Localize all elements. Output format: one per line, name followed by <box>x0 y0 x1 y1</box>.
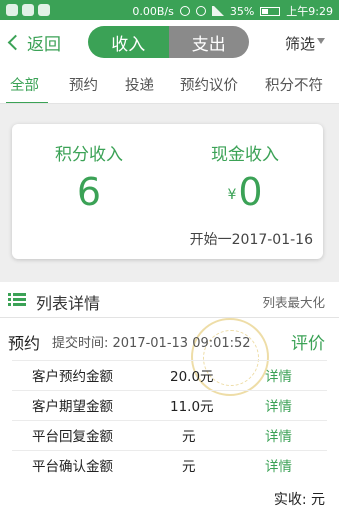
cash-income-label: 现金收入 <box>211 145 279 165</box>
cash-income: 现金收入 ¥0 <box>170 140 320 216</box>
wifi-icon <box>195 6 206 16</box>
clock: 上午9:29 <box>286 5 333 18</box>
income-summary-card: 积分收入 6 现金收入 ¥0 开始一2017-01-16 <box>12 124 323 259</box>
record-type: 预约 <box>8 334 41 353</box>
submit-time: 提交时间: 2017-01-13 09:01:52 <box>52 336 251 351</box>
table-row: 客户期望金额 11.0元 详情 <box>12 390 327 415</box>
battery-percent: 35% <box>229 4 255 18</box>
detail-link[interactable]: 详情 <box>265 425 292 445</box>
back-button[interactable]: 返回 <box>6 30 61 55</box>
app-notification-icon <box>38 4 50 16</box>
cash-income-value: 0 <box>238 170 263 214</box>
row-label: 平台回复金额 <box>32 429 113 445</box>
detail-link[interactable]: 详情 <box>265 395 292 415</box>
income-expense-toggle: 收入 支出 <box>88 26 249 58</box>
table-row: 平台确认金额 元 详情 <box>12 450 327 475</box>
cash-income-value-wrap: ¥0 <box>170 171 320 216</box>
actual-received: 实收: 元 <box>273 492 325 508</box>
category-tabs: 全部 预约 投递 预约议价 积分不符 <box>0 64 339 104</box>
tab-all[interactable]: 全部 <box>10 74 39 95</box>
rate-button[interactable]: 评价 <box>291 329 325 354</box>
table-row: 平台回复金额 元 详情 <box>12 420 327 445</box>
points-income-label: 积分收入 <box>55 145 123 165</box>
nav-bar: 返回 收入 支出 筛选 <box>0 20 339 64</box>
list-icon <box>8 293 26 306</box>
status-bar: 0.00B/s 35% 上午9:29 <box>0 0 339 20</box>
detail-link[interactable]: 详情 <box>265 455 292 475</box>
table-row: 客户预约金额 20.0元 详情 <box>12 360 327 385</box>
segment-expense[interactable]: 支出 <box>168 26 249 58</box>
currency-symbol: ¥ <box>227 186 237 203</box>
row-label: 平台确认金额 <box>32 459 113 475</box>
row-value: 11.0元 <box>170 399 214 415</box>
segment-income[interactable]: 收入 <box>88 26 169 58</box>
detail-link[interactable]: 详情 <box>265 365 292 385</box>
notification-icons <box>6 4 50 16</box>
app-notification-icon <box>22 4 34 16</box>
row-value: 元 <box>182 459 196 475</box>
signal-icon <box>211 6 224 16</box>
points-income-value: 6 <box>76 170 102 214</box>
app-notification-icon <box>6 4 18 16</box>
section-title: 列表详情 <box>36 294 101 313</box>
row-value: 20.0元 <box>170 369 214 385</box>
chevron-left-icon <box>7 34 24 51</box>
tab-points-mismatch[interactable]: 积分不符 <box>265 74 323 95</box>
row-value: 元 <box>182 429 196 445</box>
filter-button[interactable]: 筛选 <box>285 33 325 54</box>
filter-icon <box>317 37 325 44</box>
list-detail-header: 列表详情 列表最大化 <box>0 282 339 318</box>
row-label: 客户期望金额 <box>32 399 113 415</box>
tab-reservation[interactable]: 预约 <box>69 74 98 95</box>
points-income: 积分收入 6 <box>14 140 164 213</box>
network-speed: 0.00B/s <box>132 4 174 18</box>
status-right: 0.00B/s 35% 上午9:29 <box>132 3 333 19</box>
row-label: 客户预约金额 <box>32 369 113 385</box>
active-tab-indicator <box>6 102 48 103</box>
record-card: 预约 提交时间: 2017-01-13 09:01:52 评价 客户预约金额 2… <box>0 318 339 515</box>
tab-delivery[interactable]: 投递 <box>125 74 154 95</box>
battery-icon <box>260 6 281 16</box>
start-date: 开始一2017-01-16 <box>189 232 313 248</box>
filter-label: 筛选 <box>284 35 315 53</box>
alarm-icon <box>179 6 190 16</box>
tab-reservation-bargain[interactable]: 预约议价 <box>180 74 238 95</box>
back-label: 返回 <box>27 35 61 55</box>
maximize-list-button[interactable]: 列表最大化 <box>262 292 325 311</box>
